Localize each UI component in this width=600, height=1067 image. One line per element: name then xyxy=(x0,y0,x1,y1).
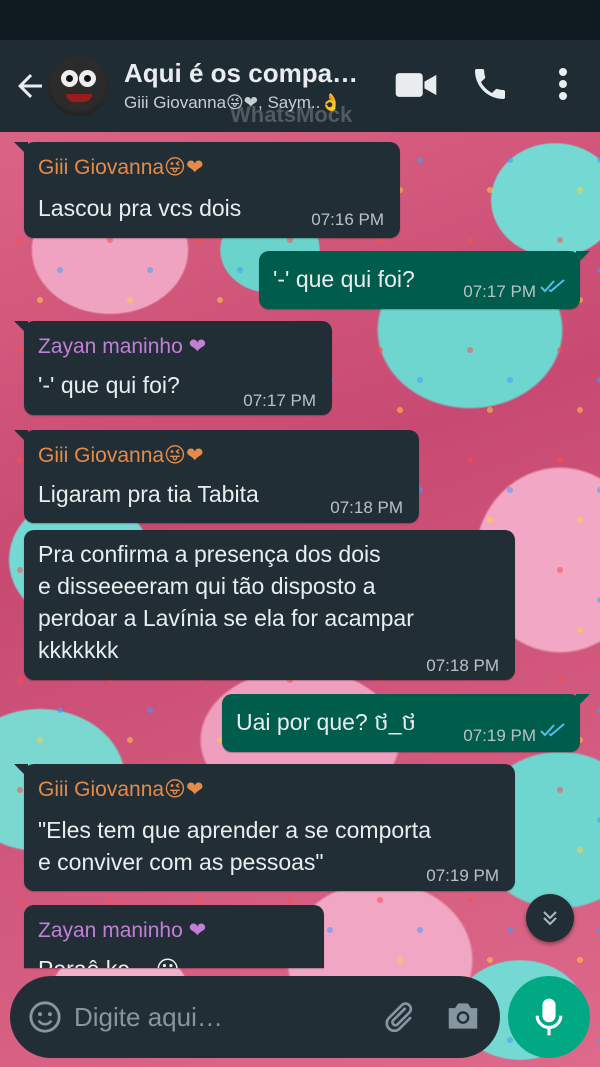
watermark: WhatsMock xyxy=(230,102,353,127)
message-text: Ligaram pra tia Tabita xyxy=(38,481,259,507)
phone-icon[interactable] xyxy=(470,64,510,104)
message-text-line: kkkkkkk xyxy=(38,637,119,663)
read-ticks-icon xyxy=(540,279,565,293)
message-text: '-' que qui foi? xyxy=(38,372,180,398)
message-bubble-incoming[interactable]: Giii Giovanna😜❤ Lascou pra vcs dois 07:1… xyxy=(14,142,400,238)
read-ticks-icon xyxy=(540,723,565,737)
microphone-icon xyxy=(535,998,563,1036)
video-camera-icon[interactable] xyxy=(394,68,438,102)
message-bubble-incoming[interactable]: Giii Giovanna😜❤ "Eles tem que aprender a… xyxy=(14,764,515,891)
arrow-left-icon[interactable] xyxy=(12,68,48,104)
message-bubble-incoming[interactable]: Pra confirma a presença dos dois e disse… xyxy=(24,530,515,680)
sender-name: Zayan maninho ❤ xyxy=(38,335,207,358)
message-bubble-incoming[interactable]: Zayan maninho ❤ '-' que qui foi? 07:17 P… xyxy=(14,321,332,415)
emoji-icon[interactable] xyxy=(28,1000,62,1034)
group-avatar[interactable] xyxy=(48,56,108,116)
status-bar xyxy=(0,0,600,40)
chat-header: Aqui é os compar… Giii Giovanna😜❤, Saym.… xyxy=(0,40,600,132)
message-composer xyxy=(10,976,500,1058)
message-text-line: "Eles tem que aprender a se comporta xyxy=(38,817,431,843)
message-bubble-outgoing[interactable]: Uai por que? ថ_ថ 07:19 PM xyxy=(222,694,590,752)
paperclip-icon[interactable] xyxy=(380,998,416,1036)
message-time: 07:17 PM xyxy=(243,391,316,410)
scroll-to-bottom-button[interactable] xyxy=(526,894,574,942)
message-time: 07:19 PM xyxy=(463,726,536,745)
message-bubble-incoming[interactable]: Zayan maninho ❤ Peraê ke... 😮 xyxy=(24,905,324,968)
camera-icon[interactable] xyxy=(444,998,482,1034)
sender-name: Giii Giovanna😜❤ xyxy=(38,444,204,467)
message-text-line: Pra confirma a presença dos dois xyxy=(38,541,381,567)
message-bubble-outgoing[interactable]: '-' que qui foi? 07:17 PM xyxy=(259,251,590,309)
message-input[interactable] xyxy=(74,996,354,1038)
sender-name: Zayan maninho ❤ xyxy=(38,919,207,942)
message-time: 07:17 PM xyxy=(463,282,536,301)
message-time: 07:18 PM xyxy=(330,498,403,517)
message-bubble-incoming[interactable]: Giii Giovanna😜❤ Ligaram pra tia Tabita 0… xyxy=(14,430,419,523)
voice-record-button[interactable] xyxy=(508,976,590,1058)
message-text-line: perdoar a Lavínia se ela for acampar xyxy=(38,605,414,631)
sender-name: Giii Giovanna😜❤ xyxy=(38,778,204,801)
more-vertical-icon[interactable] xyxy=(548,64,578,104)
chevron-double-down-icon xyxy=(543,911,557,926)
message-text: Peraê ke... 😮 xyxy=(38,953,180,968)
message-time: 07:19 PM xyxy=(426,866,499,885)
message-text: '-' que qui foi? xyxy=(273,266,415,292)
message-text: Uai por que? ថ_ថ xyxy=(236,709,417,735)
chat-title[interactable]: Aqui é os compar… xyxy=(124,58,368,89)
message-text-line: e disseeeeram qui tão disposto a xyxy=(38,573,376,599)
message-time: 07:16 PM xyxy=(311,210,384,229)
sender-name: Giii Giovanna😜❤ xyxy=(38,156,204,179)
message-text-line: e conviver com as pessoas" xyxy=(38,849,324,875)
message-text: Lascou pra vcs dois xyxy=(38,195,242,221)
message-time: 07:18 PM xyxy=(426,656,499,675)
